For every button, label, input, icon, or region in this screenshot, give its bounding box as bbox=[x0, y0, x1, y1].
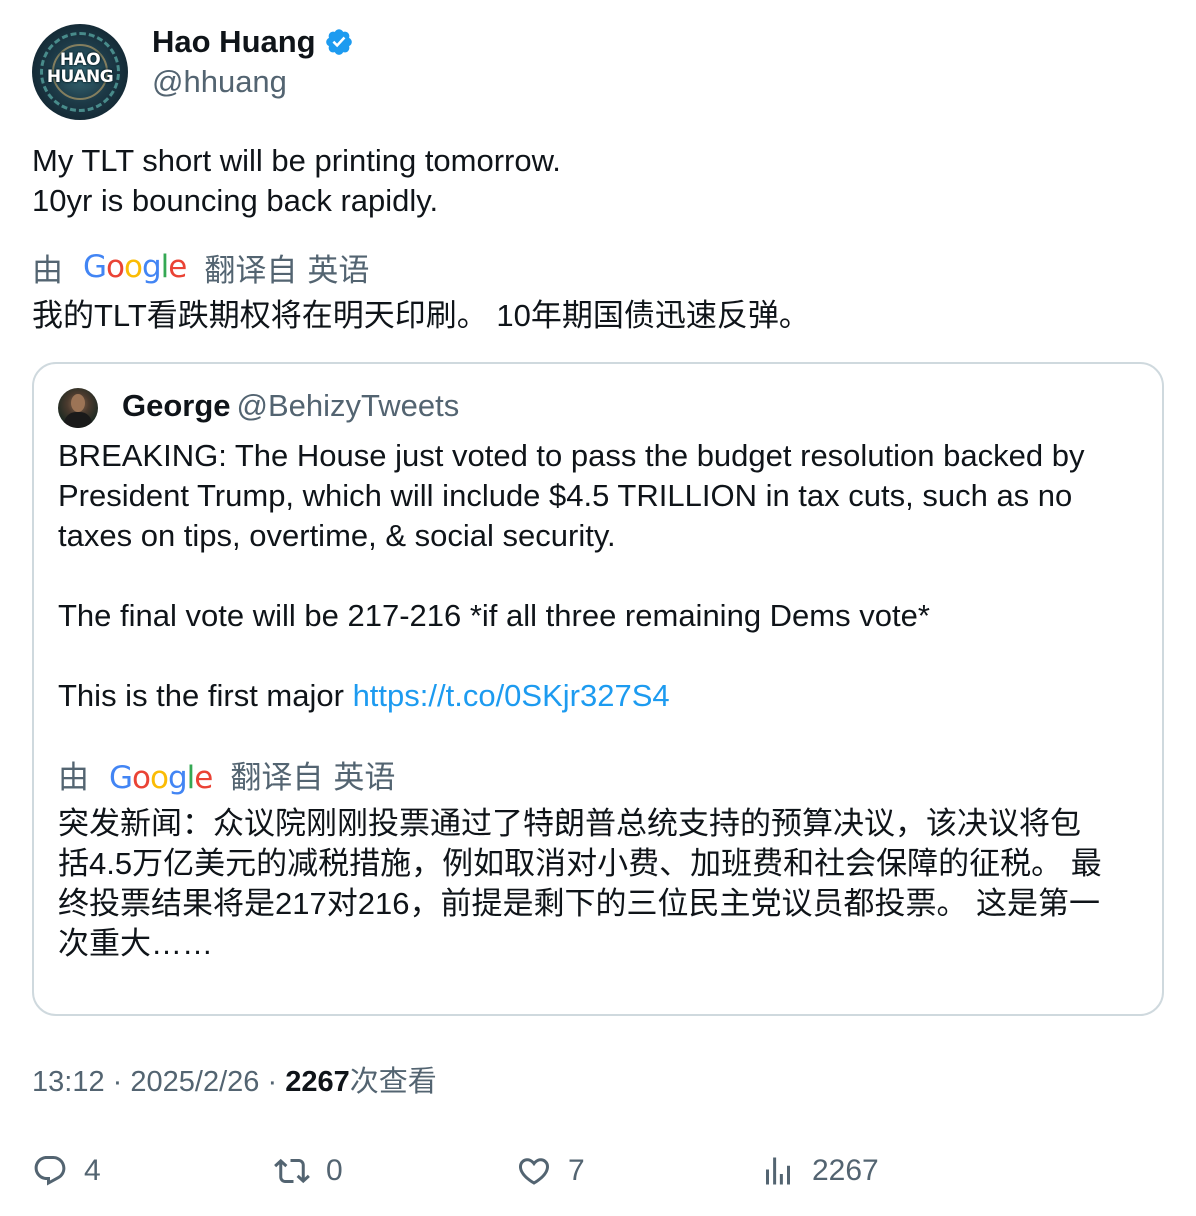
quoted-paragraph-text: This is the first major bbox=[58, 678, 353, 713]
translated-from-label: 翻译自 bbox=[204, 252, 298, 288]
quoted-handle[interactable]: @BehizyTweets bbox=[237, 388, 460, 423]
quoted-display-name[interactable]: George bbox=[122, 388, 231, 423]
tweet-time[interactable]: 13:12 bbox=[32, 1066, 105, 1098]
tweet-header: HAO HUANG Hao Huang @hhuang bbox=[32, 24, 1164, 120]
views-button[interactable]: 2267 bbox=[760, 1146, 879, 1196]
views-action-count: 2267 bbox=[812, 1154, 879, 1187]
quoted-translated-by-google: 由 Google 翻译自 英语 bbox=[58, 758, 1148, 798]
quoted-translation: 突发新闻：众议院刚刚投票通过了特朗普总统支持的预算决议，该决议将包 括4.5万亿… bbox=[58, 804, 1148, 964]
quoted-author-avatar[interactable] bbox=[58, 388, 98, 428]
retweet-count: 0 bbox=[326, 1154, 343, 1187]
views-count: 2267 bbox=[285, 1066, 350, 1098]
translated-by-prefix: 由 bbox=[58, 760, 89, 795]
analytics-icon bbox=[766, 1157, 790, 1185]
translated-from-label: 翻译自 bbox=[230, 760, 324, 795]
quoted-paragraph: The final vote will be 217-216 *if all t… bbox=[58, 598, 930, 633]
tweet-meta: 13:12 · 2025/2/26 · 2267次查看 bbox=[32, 1062, 437, 1102]
quoted-translation-line: 括4.5万亿美元的减税措施，例如取消对小费、加班费和社会保障的征税。 最 bbox=[58, 846, 1102, 881]
quoted-translation-line: 突发新闻：众议院刚刚投票通过了特朗普总统支持的预算决议，该决议将包 bbox=[58, 806, 1081, 841]
reply-count: 4 bbox=[84, 1154, 101, 1187]
meta-separator: · bbox=[267, 1066, 278, 1098]
heart-icon bbox=[518, 1158, 550, 1185]
retweet-button[interactable]: 0 bbox=[274, 1146, 343, 1196]
quoted-translation-line: 次重大…… bbox=[58, 926, 213, 961]
like-button[interactable]: 7 bbox=[516, 1146, 585, 1196]
quoted-author-row: George @BehizyTweets bbox=[122, 386, 459, 426]
reply-icon bbox=[34, 1156, 66, 1186]
avatar-head bbox=[71, 394, 85, 412]
views-label: 次查看 bbox=[349, 1066, 437, 1098]
tweet-date[interactable]: 2025/2/26 bbox=[130, 1066, 259, 1098]
quoted-tweet-link[interactable]: https://t.co/0SKjr327S4 bbox=[353, 678, 670, 713]
avatar-logo-text: HAO HUANG bbox=[46, 50, 114, 87]
quoted-paragraph-with-link: This is the first major https://t.co/0SK… bbox=[58, 676, 1148, 716]
quoted-paragraph: BREAKING: The House just voted to pass t… bbox=[58, 438, 1085, 553]
action-bar: 4 0 7 2267 bbox=[32, 1146, 1164, 1196]
reply-button[interactable]: 4 bbox=[32, 1146, 101, 1196]
retweet-icon bbox=[274, 1158, 310, 1184]
author-display-name[interactable]: Hao Huang bbox=[152, 24, 316, 60]
author-handle[interactable]: @hhuang bbox=[152, 64, 287, 100]
source-language: 英语 bbox=[333, 760, 396, 795]
avatar-body bbox=[64, 412, 92, 428]
translated-by-google: 由 Google 翻译自 英语 bbox=[32, 247, 370, 288]
quoted-tweet-text: BREAKING: The House just voted to pass t… bbox=[58, 436, 1148, 964]
like-count: 7 bbox=[568, 1154, 585, 1187]
quoted-translation-line: 终投票结果将是217对216，前提是剩下的三位民主党议员都投票。 这是第一 bbox=[58, 886, 1101, 921]
author-avatar[interactable]: HAO HUANG bbox=[32, 24, 128, 120]
google-logo-icon: Google bbox=[83, 249, 187, 285]
tweet-text: My TLT short will be printing tomorrow. … bbox=[32, 141, 561, 221]
translated-by-prefix: 由 bbox=[32, 252, 63, 288]
quoted-tweet-card[interactable]: George @BehizyTweets BREAKING: The House … bbox=[32, 362, 1164, 1016]
meta-separator: · bbox=[112, 1066, 123, 1098]
verified-badge-icon bbox=[325, 29, 352, 55]
google-logo-icon: Google bbox=[109, 760, 213, 796]
tweet-line: My TLT short will be printing tomorrow. bbox=[32, 143, 561, 178]
source-language: 英语 bbox=[307, 252, 370, 288]
tweet-translation: 我的TLT看跌期权将在明天印刷。 10年期国债迅速反弹。 bbox=[32, 298, 810, 333]
tweet-line: 10yr is bouncing back rapidly. bbox=[32, 183, 439, 218]
author-name-row: Hao Huang bbox=[152, 24, 354, 60]
